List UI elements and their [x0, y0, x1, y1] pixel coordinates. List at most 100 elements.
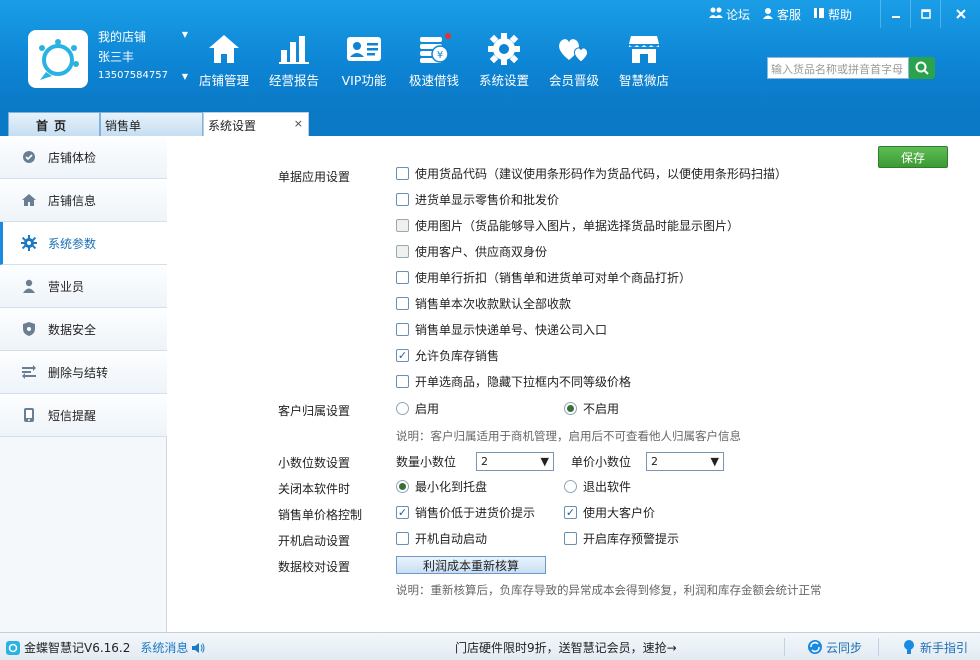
- option-label: 使用单行折扣（销售单和进货单可对单个商品打折）: [415, 271, 692, 285]
- sync-icon: [807, 640, 822, 654]
- transfer-icon: [20, 365, 38, 379]
- checkbox[interactable]: [396, 219, 409, 232]
- checkbox-checked[interactable]: ✓: [564, 506, 577, 519]
- option-below-cost-warning[interactable]: ✓ 销售价低于进货价提示: [396, 504, 535, 521]
- checkbox[interactable]: [564, 532, 577, 545]
- nav-fast-loan[interactable]: ¥ 极速借钱: [400, 30, 468, 89]
- nav-smart-store[interactable]: 智慧微店: [610, 30, 678, 89]
- radio[interactable]: [564, 480, 577, 493]
- divider: [877, 638, 879, 656]
- tab-system-settings[interactable]: 系统设置 ×: [203, 112, 309, 136]
- sidebar-item-data-security[interactable]: 数据安全: [0, 308, 167, 351]
- sidebar-item-label: 短信提醒: [48, 408, 97, 423]
- maximize-button[interactable]: [910, 0, 940, 28]
- checkbox[interactable]: [396, 167, 409, 180]
- checkbox[interactable]: [396, 271, 409, 284]
- nav-member-upgrade[interactable]: 会员晋级: [540, 30, 608, 89]
- checkbox-checked[interactable]: ✓: [396, 349, 409, 362]
- recalculate-cost-button[interactable]: 利润成本重新核算: [396, 556, 546, 574]
- radio-enable[interactable]: 启用: [396, 400, 439, 417]
- tab-bar: 首页 销售单 系统设置 ×: [0, 110, 980, 136]
- store-selector[interactable]: 我的店铺 ▼: [98, 28, 188, 46]
- divider: [783, 638, 785, 656]
- checkbox[interactable]: [396, 323, 409, 336]
- help-link[interactable]: 帮助: [813, 6, 852, 23]
- user-name: 张三丰: [98, 50, 135, 64]
- checkbox[interactable]: [396, 245, 409, 258]
- option-full-payment-default[interactable]: 销售单本次收款默认全部收款: [396, 295, 571, 312]
- gear-icon: [488, 33, 520, 65]
- service-link[interactable]: 客服: [762, 6, 801, 23]
- storefront-icon: [629, 36, 659, 63]
- cloud-sync-button[interactable]: 云同步: [807, 639, 862, 656]
- checkbox[interactable]: [396, 375, 409, 388]
- promo-banner[interactable]: 门店硬件限时9折，送智慧记会员，速抢→: [455, 639, 677, 656]
- tab-home[interactable]: 首页: [8, 112, 100, 136]
- service-label: 客服: [776, 8, 801, 22]
- close-icon: [955, 9, 966, 19]
- search-input[interactable]: 输入货品名称或拼音首字母: [767, 57, 909, 79]
- sidebar-item-sms-reminder[interactable]: 短信提醒: [0, 394, 167, 437]
- chevron-down-icon: ▼: [710, 455, 720, 468]
- option-show-express[interactable]: 销售单显示快递单号、快递公司入口: [396, 321, 607, 338]
- option-line-discount[interactable]: 使用单行折扣（销售单和进货单可对单个商品打折）: [396, 269, 691, 286]
- option-stock-warning[interactable]: 开启库存预警提示: [564, 530, 679, 547]
- tab-sales-order[interactable]: 销售单: [100, 112, 203, 136]
- forum-link[interactable]: 论坛: [708, 6, 750, 23]
- system-messages-link[interactable]: 系统消息: [140, 639, 205, 656]
- phone-number: 13507584757: [98, 70, 168, 81]
- option-use-item-code[interactable]: 使用货品代码（建议使用条形码作为货品代码，以便使用条形码扫描）: [396, 165, 787, 182]
- close-tab-icon[interactable]: ×: [294, 117, 303, 130]
- sidebar-item-label: 系统参数: [48, 236, 97, 251]
- user-icon: [20, 279, 38, 293]
- nav-vip[interactable]: VIP功能: [330, 30, 398, 89]
- decimals-label: 小数位数设置: [278, 456, 351, 470]
- checkbox[interactable]: [396, 193, 409, 206]
- option-use-images[interactable]: 使用图片（货品能够导入图片，单据选择货品时能显示图片）: [396, 217, 739, 234]
- save-button[interactable]: 保存: [878, 146, 948, 168]
- sidebar-item-system-params[interactable]: 系统参数: [0, 222, 167, 265]
- sidebar-item-delete-carryover[interactable]: 删除与结转: [0, 351, 167, 394]
- sidebar-item-store-checkup[interactable]: 店铺体检: [0, 136, 167, 179]
- check-circle-icon: [20, 150, 38, 164]
- radio[interactable]: [396, 402, 409, 415]
- guide-icon: [903, 640, 914, 654]
- option-hide-grade-prices[interactable]: 开单选商品，隐藏下拉框内不同等级价格: [396, 373, 631, 390]
- checkbox[interactable]: [396, 532, 409, 545]
- select-value: 2: [481, 455, 489, 468]
- option-purchase-show-prices[interactable]: 进货单显示零售价和批发价: [396, 191, 559, 208]
- support-icon: [762, 7, 774, 22]
- qty-decimals-select[interactable]: 2 ▼: [476, 452, 555, 471]
- book-icon: [813, 7, 825, 22]
- checkbox-checked[interactable]: ✓: [396, 506, 409, 519]
- account-selector[interactable]: 13507584757 ▼: [98, 70, 188, 86]
- radio-selected[interactable]: [564, 402, 577, 415]
- beginner-guide-button[interactable]: 新手指引: [901, 639, 968, 656]
- option-label: 进货单显示零售价和批发价: [415, 193, 560, 207]
- sidebar-item-store-info[interactable]: 店铺信息: [0, 179, 167, 222]
- option-label: 启用: [415, 402, 440, 416]
- search-button[interactable]: [909, 57, 935, 79]
- radio-disable[interactable]: 不启用: [564, 400, 619, 417]
- bar-chart-icon: [279, 36, 309, 64]
- option-dual-identity[interactable]: 使用客户、供应商双身份: [396, 243, 547, 260]
- nav-system-settings[interactable]: 系统设置: [470, 30, 538, 89]
- radio-exit-app[interactable]: 退出软件: [564, 478, 631, 495]
- close-window-button[interactable]: [940, 0, 980, 28]
- sidebar-item-staff[interactable]: 营业员: [0, 265, 167, 308]
- check-icon: ✓: [565, 506, 576, 519]
- price-decimals-select[interactable]: 2 ▼: [646, 452, 725, 471]
- checkbox[interactable]: [396, 297, 409, 310]
- select-value: 2: [651, 455, 659, 468]
- radio-minimize-tray[interactable]: 最小化到托盘: [396, 478, 487, 495]
- option-vip-price[interactable]: ✓ 使用大客户价: [564, 504, 655, 521]
- check-icon: ✓: [397, 349, 408, 362]
- sidebar-item-label: 数据安全: [48, 322, 97, 337]
- nav-business-report[interactable]: 经营报告: [260, 30, 328, 89]
- radio-selected[interactable]: [396, 480, 409, 493]
- option-auto-start[interactable]: 开机自动启动: [396, 530, 487, 547]
- option-allow-negative-stock[interactable]: ✓ 允许负库存销售: [396, 347, 499, 364]
- nav-store-management[interactable]: 店铺管理: [190, 30, 258, 89]
- minimize-button[interactable]: [880, 0, 910, 28]
- speaker-icon: [192, 642, 205, 653]
